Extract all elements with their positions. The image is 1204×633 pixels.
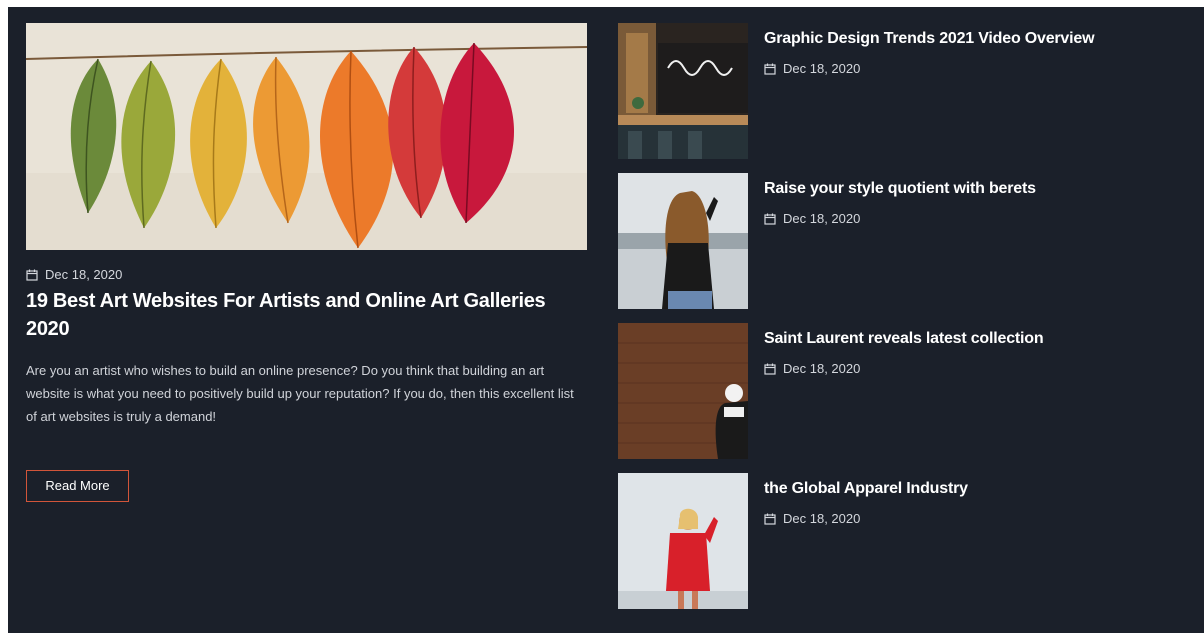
side-post: the Global Apparel Industry Dec 18, 2020 xyxy=(618,473,1198,609)
side-post: Graphic Design Trends 2021 Video Overvie… xyxy=(618,23,1198,159)
side-post-thumbnail[interactable] xyxy=(618,173,748,309)
featured-post: Dec 18, 2020 19 Best Art Websites For Ar… xyxy=(26,23,587,502)
side-post-date: Dec 18, 2020 xyxy=(783,211,861,226)
featured-post-date: Dec 18, 2020 xyxy=(45,267,123,282)
blog-section: Dec 18, 2020 19 Best Art Websites For Ar… xyxy=(8,7,1204,633)
side-post-meta: Dec 18, 2020 xyxy=(764,61,860,76)
read-more-button[interactable]: Read More xyxy=(26,470,129,502)
side-post: Raise your style quotient with berets De… xyxy=(618,173,1198,309)
side-post-date: Dec 18, 2020 xyxy=(783,61,861,76)
featured-post-title[interactable]: 19 Best Art Websites For Artists and Onl… xyxy=(26,287,587,343)
side-post-title[interactable]: Saint Laurent reveals latest collection xyxy=(764,329,1044,349)
calendar-icon xyxy=(764,63,776,75)
side-post: Saint Laurent reveals latest collection … xyxy=(618,323,1198,459)
featured-post-excerpt: Are you an artist who wishes to build an… xyxy=(26,363,574,424)
side-post-meta: Dec 18, 2020 xyxy=(764,361,860,376)
calendar-icon xyxy=(26,269,38,281)
side-post-title[interactable]: Raise your style quotient with berets xyxy=(764,179,1036,199)
calendar-icon xyxy=(764,213,776,225)
calendar-icon xyxy=(764,363,776,375)
side-post-title[interactable]: Graphic Design Trends 2021 Video Overvie… xyxy=(764,29,1095,49)
side-post-thumbnail[interactable] xyxy=(618,473,748,609)
calendar-icon xyxy=(764,513,776,525)
side-post-thumbnail[interactable] xyxy=(618,23,748,159)
side-post-meta: Dec 18, 2020 xyxy=(764,511,860,526)
side-post-date: Dec 18, 2020 xyxy=(783,511,861,526)
featured-post-image[interactable] xyxy=(26,23,587,250)
side-post-thumbnail[interactable] xyxy=(618,323,748,459)
side-post-date: Dec 18, 2020 xyxy=(783,361,861,376)
side-post-meta: Dec 18, 2020 xyxy=(764,211,860,226)
featured-post-meta: Dec 18, 2020 xyxy=(26,267,587,282)
side-post-title[interactable]: the Global Apparel Industry xyxy=(764,479,968,499)
